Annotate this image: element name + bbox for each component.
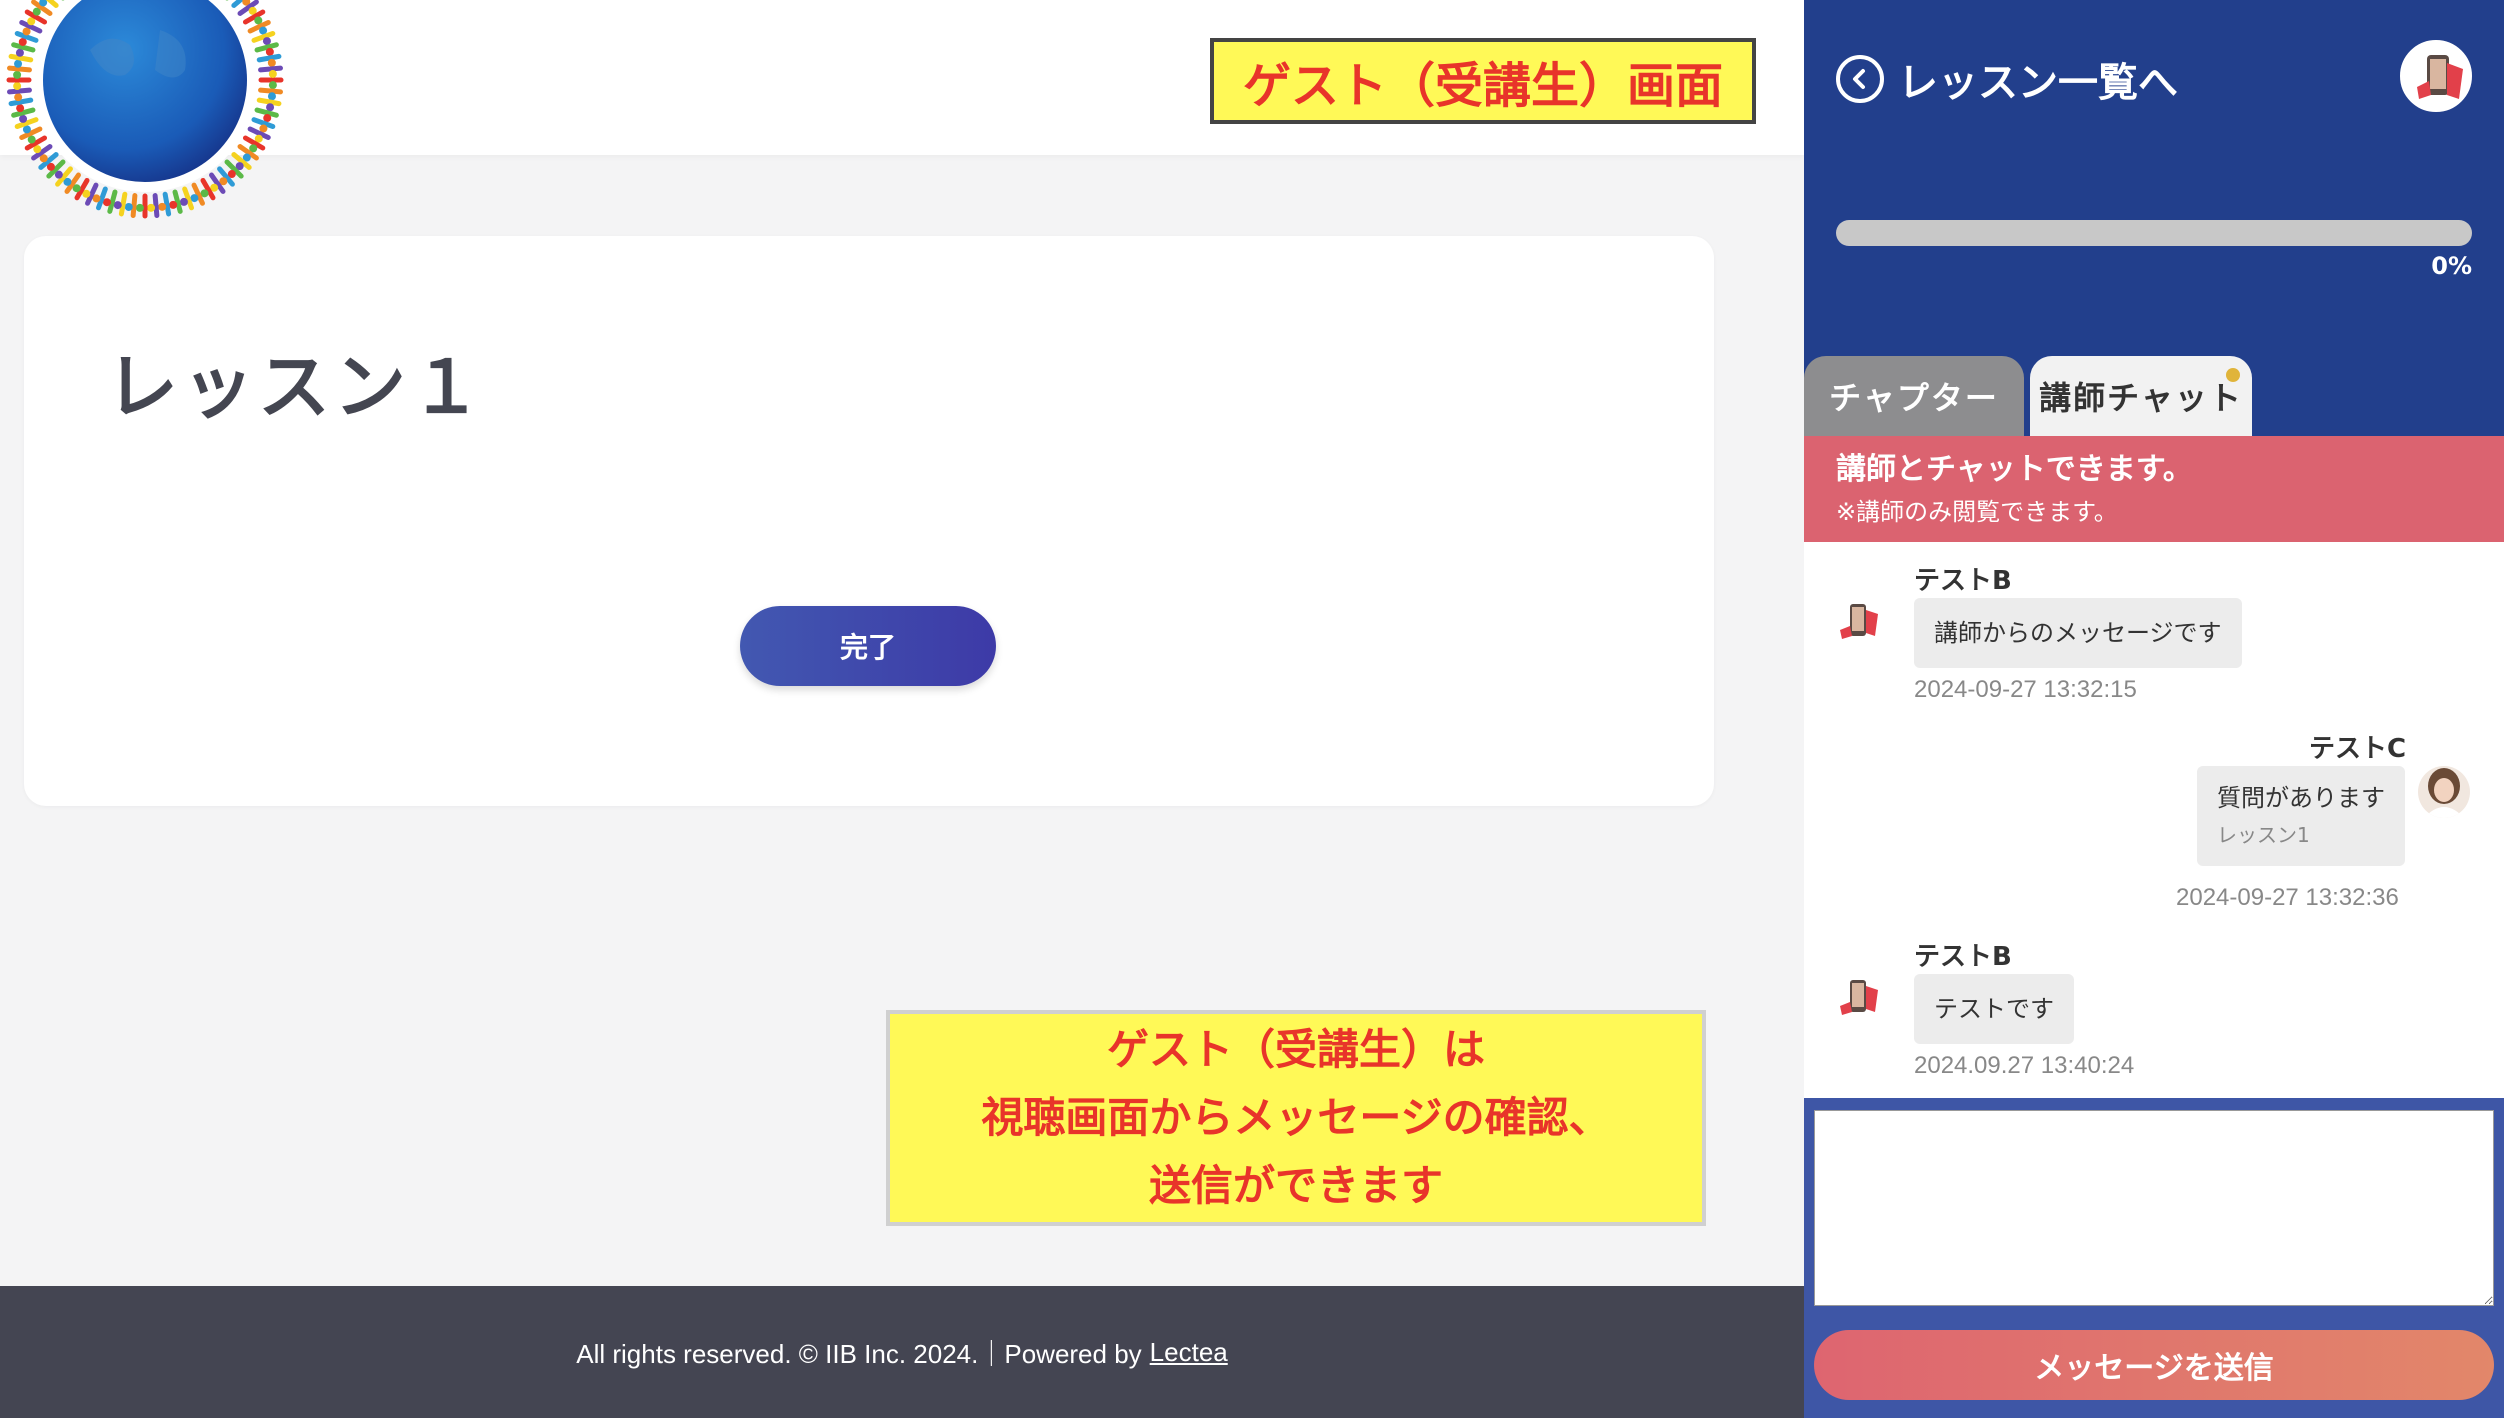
logo-ray bbox=[152, 193, 160, 218]
annotation-line-3: 送信ができます bbox=[1148, 1161, 1443, 1210]
chat-banner-title: 講師とチャットできます。 bbox=[1836, 452, 2193, 487]
message-bubble: 質問があります レッスン1 bbox=[2197, 766, 2405, 866]
logo-dot bbox=[268, 69, 277, 78]
logo-ray bbox=[258, 65, 283, 73]
progress-percent: 0% bbox=[2431, 252, 2472, 280]
tab-instructor-chat[interactable]: 講師チャット bbox=[2030, 356, 2252, 436]
tab-instructor-chat-label: 講師チャット bbox=[2039, 379, 2243, 417]
main-area: ゲスト（受講生）画面 レッスン１ 完了 ゲスト（受講生）は 視聴画面からメッセー… bbox=[0, 0, 1804, 1418]
message-timestamp: 2024.09.27 13:40:24 bbox=[1914, 1052, 2135, 1079]
message-bubble: 講師からのメッセージです bbox=[1914, 598, 2242, 668]
progress-bar bbox=[1836, 220, 2472, 246]
logo-dot bbox=[267, 58, 276, 67]
complete-button[interactable]: 完了 bbox=[740, 606, 996, 686]
globe-logo-icon[interactable] bbox=[0, 0, 320, 230]
logo-dot bbox=[262, 37, 271, 46]
tab-chapter[interactable]: チャプター bbox=[1804, 356, 2024, 436]
footer-text: All rights reserved. © IIB Inc. 2024.｜Po… bbox=[576, 1338, 1142, 1369]
logo-ray bbox=[256, 53, 282, 63]
logo-ray bbox=[11, 107, 36, 118]
logo-ray bbox=[8, 53, 34, 63]
message-timestamp: 2024-09-27 13:32:36 bbox=[2176, 884, 2399, 911]
logo-ray bbox=[8, 97, 34, 107]
logo-ray bbox=[172, 189, 183, 214]
annotation-line-2: 視聴画面からメッセージの確認、 bbox=[981, 1093, 1611, 1142]
logo-ray bbox=[118, 191, 128, 217]
footer-lectea-link[interactable]: Lectea bbox=[1150, 1337, 1228, 1368]
chat-banner-note: ※講師のみ閲覧できます。 bbox=[1836, 498, 2118, 526]
logo-dot bbox=[19, 114, 28, 123]
logo-dot bbox=[14, 93, 23, 102]
logo-dot bbox=[158, 202, 167, 211]
logo-dot bbox=[13, 70, 22, 79]
logo-dot bbox=[266, 103, 275, 112]
footer: All rights reserved. © IIB Inc. 2024.｜Po… bbox=[0, 1286, 1804, 1418]
annotation-line-1: ゲスト（受講生）は bbox=[1106, 1025, 1485, 1074]
annotation-box: ゲスト（受講生）は 視聴画面からメッセージの確認、 送信ができます bbox=[886, 1010, 1706, 1226]
screen-label: ゲスト（受講生）画面 bbox=[1210, 38, 1756, 124]
chat-message-list[interactable]: テストB 講師からのメッセージです 2024-09-27 13:32:15 テス… bbox=[1804, 542, 2504, 1098]
logo-ray bbox=[7, 87, 32, 95]
logo-dot bbox=[124, 202, 133, 211]
logo-ray bbox=[258, 87, 283, 95]
logo-dot bbox=[268, 81, 277, 90]
logo-dot bbox=[13, 82, 22, 91]
notification-dot bbox=[2226, 368, 2240, 382]
lesson-sidebar: レッスン一覧へ 0% チャプター 講師チャット 講師とチャットできます。 ※講師… bbox=[1804, 0, 2504, 1418]
message-text: 質問があります bbox=[2217, 784, 2385, 812]
message-timestamp: 2024-09-27 13:32:15 bbox=[1914, 676, 2137, 703]
logo-dot bbox=[265, 47, 274, 56]
chat-banner: 講師とチャットできます。 ※講師のみ閲覧できます。 bbox=[1804, 436, 2504, 542]
logo-dot bbox=[147, 203, 156, 212]
chevron-left-icon bbox=[1836, 55, 1884, 103]
back-link-label: レッスン一覧へ bbox=[1898, 60, 2178, 106]
logo-ray bbox=[256, 97, 282, 107]
message-lesson-tag: レッスン1 bbox=[2217, 823, 2310, 847]
compose-area: メッセージを送信 bbox=[1804, 1098, 2504, 1418]
message-input[interactable] bbox=[1814, 1110, 2494, 1306]
message-sender: テストB bbox=[1914, 942, 2012, 972]
lesson-card: レッスン１ 完了 bbox=[24, 236, 1714, 806]
logo-dot bbox=[179, 197, 188, 206]
lesson-title: レッスン１ bbox=[106, 345, 487, 429]
message-sender: テストC bbox=[2309, 734, 2407, 764]
logo-ray bbox=[162, 191, 172, 217]
logo-dot bbox=[16, 104, 25, 113]
logo-ray bbox=[254, 42, 279, 53]
logo-ray bbox=[7, 65, 32, 73]
instructor-avatar bbox=[1834, 598, 1886, 650]
logo-dot bbox=[135, 203, 144, 212]
instructor-avatar bbox=[1834, 974, 1886, 1026]
message-sender: テストB bbox=[1914, 566, 2012, 596]
logo-dot bbox=[14, 59, 23, 68]
logo-dot bbox=[15, 48, 24, 57]
logo-dot bbox=[267, 92, 276, 101]
logo-dot bbox=[169, 200, 178, 209]
student-avatar bbox=[2418, 766, 2470, 818]
user-avatar[interactable] bbox=[2400, 40, 2472, 112]
logo-ray bbox=[130, 193, 138, 218]
send-message-button[interactable]: メッセージを送信 bbox=[1814, 1330, 2494, 1400]
message-bubble: テストです bbox=[1914, 974, 2074, 1044]
top-header: ゲスト（受講生）画面 bbox=[0, 0, 1804, 219]
back-to-lessons-link[interactable]: レッスン一覧へ bbox=[1836, 50, 2178, 108]
logo-dot bbox=[113, 201, 122, 210]
